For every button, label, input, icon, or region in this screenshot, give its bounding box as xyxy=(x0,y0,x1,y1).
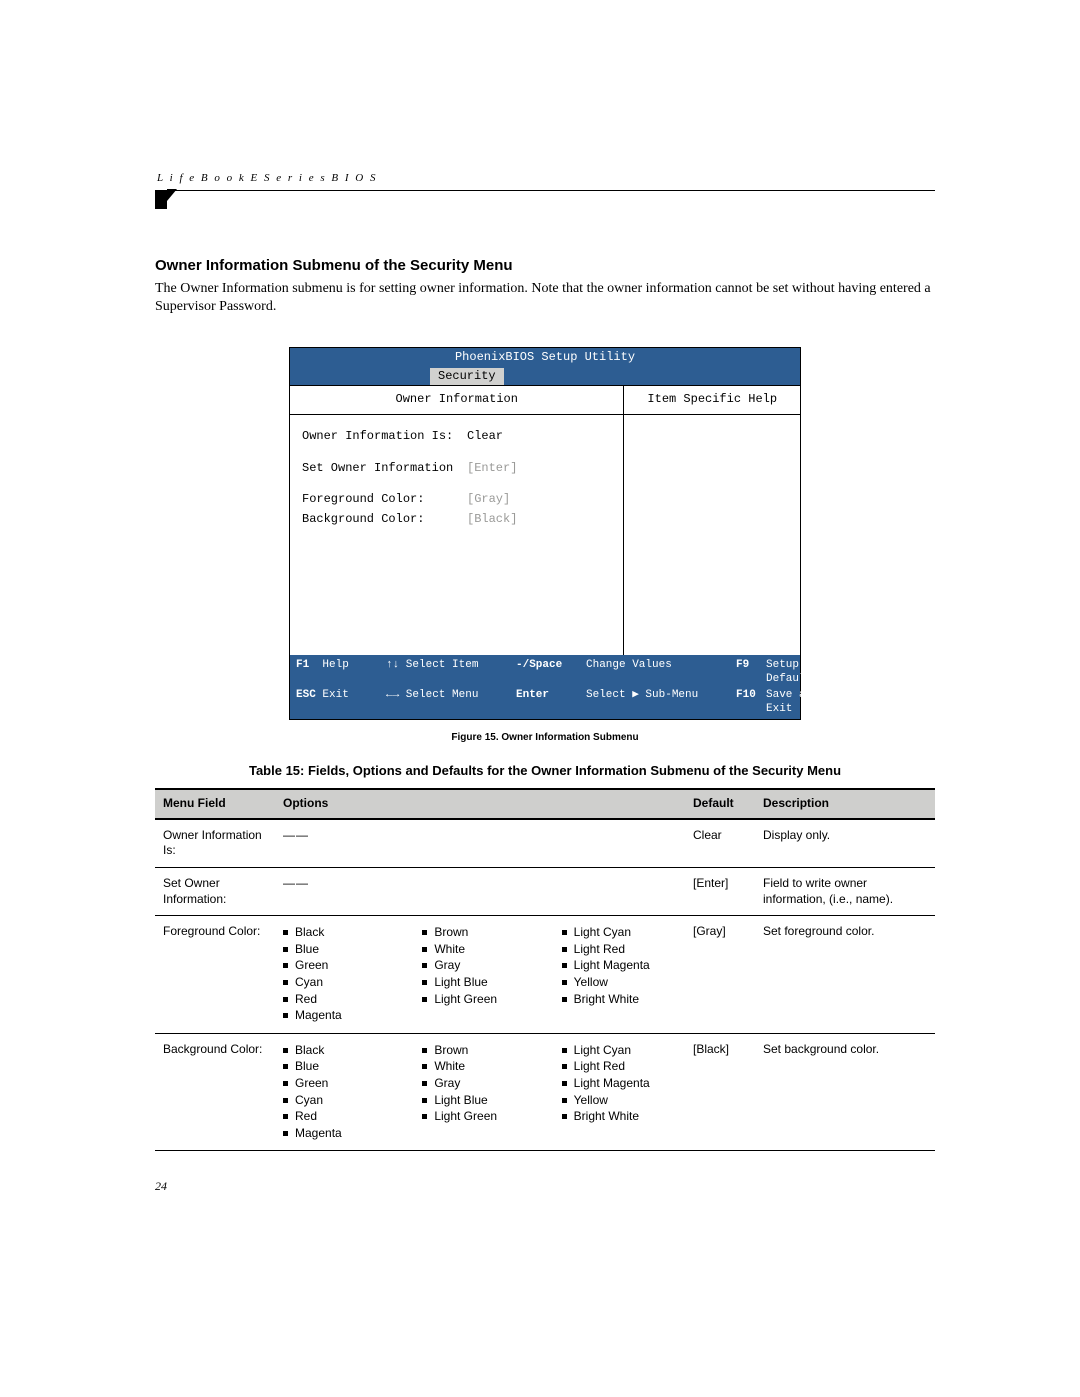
th-description: Description xyxy=(755,789,935,819)
option-item: Gray xyxy=(422,958,537,974)
bios-right-header: Item Specific Help xyxy=(624,386,800,415)
cell-description: Set foreground color. xyxy=(755,916,935,1034)
table-row: Owner Information Is:——ClearDisplay only… xyxy=(155,819,935,868)
option-item: Gray xyxy=(422,1076,537,1092)
cell-default: Clear xyxy=(685,819,755,868)
table-row: Set Owner Information:——[Enter]Field to … xyxy=(155,868,935,916)
bios-left-header: Owner Information xyxy=(290,386,623,415)
cell-menu-field: Background Color: xyxy=(155,1033,275,1151)
cell-menu-field: Set Owner Information: xyxy=(155,868,275,916)
header-rule-mark xyxy=(155,191,167,209)
cell-options: BlackBlueGreenCyanRedMagenta BrownWhiteGr… xyxy=(275,1033,685,1151)
option-item: Magenta xyxy=(283,1126,398,1142)
option-item: Cyan xyxy=(283,1093,398,1109)
option-item: Light Magenta xyxy=(562,1076,677,1092)
th-options: Options xyxy=(275,789,685,819)
option-item: Cyan xyxy=(283,975,398,991)
cell-options: —— xyxy=(275,819,685,868)
table-row: Foreground Color:BlackBlueGreenCyanRedMa… xyxy=(155,916,935,1034)
option-item: Light Red xyxy=(562,1059,677,1075)
option-item: Blue xyxy=(283,942,398,958)
option-item: Bright White xyxy=(562,1109,677,1125)
cell-default: [Gray] xyxy=(685,916,755,1034)
option-item: Black xyxy=(283,925,398,941)
option-item: White xyxy=(422,1059,537,1075)
bios-tab-bar: Security xyxy=(290,368,800,386)
cell-description: Set background color. xyxy=(755,1033,935,1151)
cell-default: [Black] xyxy=(685,1033,755,1151)
cell-options: BlackBlueGreenCyanRedMagenta BrownWhiteGr… xyxy=(275,916,685,1034)
option-item: Light Blue xyxy=(422,975,537,991)
section-heading: Owner Information Submenu of the Securit… xyxy=(155,257,935,274)
tab-security: Security xyxy=(430,368,504,386)
option-item: Green xyxy=(283,1076,398,1092)
option-item: Black xyxy=(283,1043,398,1059)
option-item: Yellow xyxy=(562,1093,677,1109)
option-item: Light Magenta xyxy=(562,958,677,974)
option-item: Magenta xyxy=(283,1008,398,1024)
bios-title: PhoenixBIOS Setup Utility xyxy=(290,348,800,368)
th-default: Default xyxy=(685,789,755,819)
table-row: Background Color:BlackBlueGreenCyanRedMa… xyxy=(155,1033,935,1151)
option-item: Red xyxy=(283,992,398,1008)
option-item: Blue xyxy=(283,1059,398,1075)
option-item: Light Red xyxy=(562,942,677,958)
option-item: Light Green xyxy=(422,992,537,1008)
cell-description: Display only. xyxy=(755,819,935,868)
header-triangle-icon xyxy=(167,189,177,201)
page-number: 24 xyxy=(155,1179,935,1194)
th-menu-field: Menu Field xyxy=(155,789,275,819)
option-item: Green xyxy=(283,958,398,974)
bios-screenshot: PhoenixBIOS Setup Utility Security Owner… xyxy=(289,347,801,720)
option-item: Brown xyxy=(422,1043,537,1059)
table-caption: Table 15: Fields, Options and Defaults f… xyxy=(155,763,935,778)
cell-options: —— xyxy=(275,868,685,916)
option-item: Light Blue xyxy=(422,1093,537,1109)
running-head: L i f e B o o k E S e r i e s B I O S xyxy=(155,170,935,191)
cell-default: [Enter] xyxy=(685,868,755,916)
bios-row: Owner Information Is: Clear xyxy=(302,429,611,445)
option-item: Yellow xyxy=(562,975,677,991)
cell-menu-field: Foreground Color: xyxy=(155,916,275,1034)
option-item: Red xyxy=(283,1109,398,1125)
option-item: Bright White xyxy=(562,992,677,1008)
option-item: White xyxy=(422,942,537,958)
option-item: Brown xyxy=(422,925,537,941)
section-paragraph: The Owner Information submenu is for set… xyxy=(155,280,935,318)
bios-footer: F1 Help ↑↓ Select Item -/Space Change Va… xyxy=(290,655,800,719)
cell-menu-field: Owner Information Is: xyxy=(155,819,275,868)
bios-row: Foreground Color: [Gray] xyxy=(302,492,611,508)
option-item: Light Cyan xyxy=(562,1043,677,1059)
figure-caption: Figure 15. Owner Information Submenu xyxy=(155,732,935,743)
fields-table: Menu Field Options Default Description O… xyxy=(155,788,935,1151)
bios-row: Set Owner Information [Enter] xyxy=(302,461,611,477)
option-item: Light Cyan xyxy=(562,925,677,941)
bios-row: Background Color: [Black] xyxy=(302,512,611,528)
cell-description: Field to write owner information, (i.e.,… xyxy=(755,868,935,916)
option-item: Light Green xyxy=(422,1109,537,1125)
